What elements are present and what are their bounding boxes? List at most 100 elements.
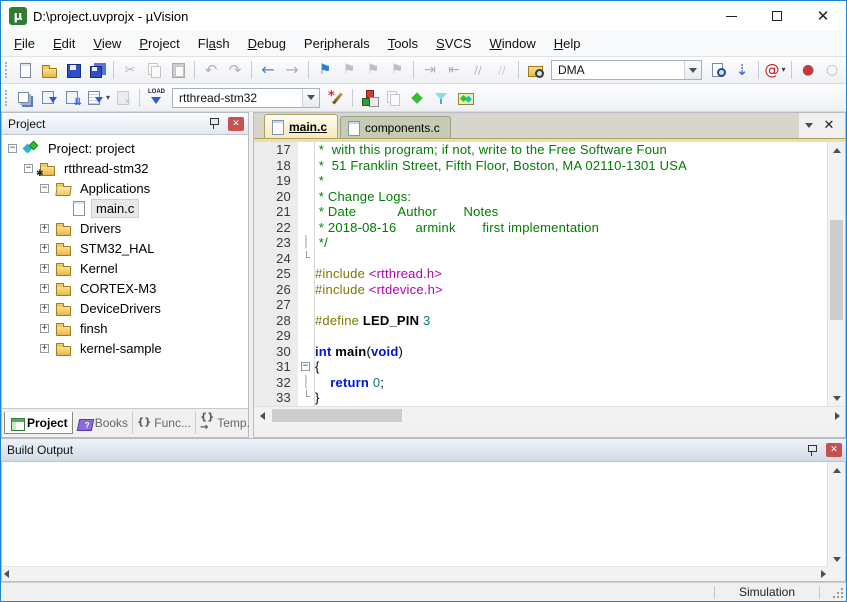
scroll-left-icon[interactable] [254,407,270,424]
pin-icon[interactable] [209,117,220,130]
manage-rte-icon[interactable]: ◆ [406,87,428,109]
expand-icon[interactable]: + [40,304,49,313]
copy-icon[interactable] [143,59,165,81]
clear-bookmarks-icon[interactable]: ⚑ [386,59,408,81]
collapse-icon[interactable]: − [8,144,17,153]
scroll-right-icon[interactable] [821,565,826,583]
search-combo[interactable]: DMA [551,60,702,80]
scroll-up-icon[interactable] [828,142,845,158]
minimize-button[interactable] [708,1,754,31]
new-file-icon[interactable] [14,59,36,81]
save-all-icon[interactable] [86,59,108,81]
expand-icon[interactable]: + [40,324,49,333]
close-button[interactable]: ✕ [800,1,846,31]
tree-item-devicedrivers[interactable]: +DeviceDrivers [2,298,248,318]
menu-help[interactable]: Help [545,32,590,55]
tree-item-project-project[interactable]: −Project: project [2,138,248,158]
scrollbar-thumb[interactable] [830,220,843,320]
tab-components-c[interactable]: components.c [340,116,451,138]
pack-installer-icon[interactable] [454,87,476,109]
expand-icon[interactable]: + [40,264,49,273]
toggle-bookmark-icon[interactable]: ⚑ [314,59,336,81]
collapse-icon[interactable]: − [40,184,49,193]
tree-item-stm32-hal[interactable]: +STM32_HAL [2,238,248,258]
rebuild-icon[interactable] [62,87,84,109]
configure-flash-icon[interactable] [430,87,452,109]
menu-svcs[interactable]: SVCS [427,32,480,55]
menu-debug[interactable]: Debug [239,32,295,55]
menu-project[interactable]: Project [130,32,188,55]
expand-icon[interactable]: + [40,284,49,293]
resize-grip[interactable] [830,587,844,601]
tree-item-kernel[interactable]: +Kernel [2,258,248,278]
batch-build-icon[interactable]: ▾ [86,87,110,109]
menu-window[interactable]: Window [480,32,544,55]
tab-list-dropdown[interactable] [799,123,819,128]
insert-breakpoint-icon[interactable]: ● [797,59,819,81]
undo-icon[interactable]: ↶ [200,59,222,81]
incremental-find-icon[interactable]: ⇣ [731,59,753,81]
tab-main-c[interactable]: main.c [264,114,338,138]
target-select-dropdown[interactable] [302,89,319,107]
panel-tab-books[interactable]: Books [73,412,133,434]
target-options-icon[interactable] [325,87,347,109]
redo-icon[interactable]: ↷ [224,59,246,81]
pin-icon[interactable] [807,444,818,457]
tree-item-kernel-sample[interactable]: +kernel-sample [2,338,248,358]
tree-item-drivers[interactable]: +Drivers [2,218,248,238]
translate-icon[interactable] [14,87,36,109]
build-output-close-button[interactable]: ✕ [826,443,842,457]
configure-search-icon[interactable]: @▾ [764,59,786,81]
menu-edit[interactable]: Edit [44,32,84,55]
open-file-icon[interactable] [38,59,60,81]
search-combo-dropdown[interactable] [684,61,701,79]
scroll-up-icon[interactable] [828,462,845,478]
build-output-vertical-scrollbar[interactable] [827,462,845,581]
toolbar-grip[interactable] [5,90,9,106]
expand-icon[interactable]: + [40,224,49,233]
outdent-icon[interactable]: ⇤ [443,59,465,81]
navigate-back-icon[interactable]: ← [257,59,279,81]
manage-project-items-icon[interactable] [358,87,380,109]
find-in-files-icon[interactable] [524,59,546,81]
paste-icon[interactable] [167,59,189,81]
build-icon[interactable] [38,87,60,109]
download-icon[interactable] [145,87,167,109]
panel-tab-project[interactable]: Project [4,412,73,434]
expand-icon[interactable]: + [40,244,49,253]
tree-item-rtthread-stm32[interactable]: −✱rtthread-stm32 [2,158,248,178]
tree-item-finsh[interactable]: +finsh [2,318,248,338]
collapse-icon[interactable]: − [24,164,33,173]
maximize-button[interactable] [754,1,800,31]
target-select[interactable]: rtthread-stm32 [172,88,320,108]
save-icon[interactable] [62,59,84,81]
tree-item-main-c[interactable]: main.c [2,198,248,218]
fold-collapse-icon[interactable]: − [301,362,310,371]
build-output-horizontal-scrollbar[interactable] [2,566,828,581]
comment-icon[interactable]: // [467,59,489,81]
stop-build-icon[interactable] [112,87,134,109]
scroll-right-icon[interactable] [829,407,845,424]
disable-breakpoint-icon[interactable]: ○ [821,59,843,81]
prev-bookmark-icon[interactable]: ⚑ [338,59,360,81]
scroll-left-icon[interactable] [4,565,9,583]
menu-file[interactable]: File [5,32,44,55]
editor-vertical-scrollbar[interactable] [827,142,845,406]
scroll-down-icon[interactable] [828,390,845,406]
indent-icon[interactable]: ⇥ [419,59,441,81]
manage-books-icon[interactable] [382,87,404,109]
code-view[interactable]: 17 * with this program; if not, write to… [254,142,827,406]
menu-view[interactable]: View [84,32,130,55]
next-bookmark-icon[interactable]: ⚑ [362,59,384,81]
build-output-content[interactable] [2,462,827,581]
editor-horizontal-scrollbar[interactable] [254,406,845,424]
menu-peripherals[interactable]: Peripherals [295,32,379,55]
panel-tab-func[interactable]: {}Func... [133,412,196,434]
find-icon[interactable] [707,59,729,81]
navigate-forward-icon[interactable]: → [281,59,303,81]
project-panel-close-button[interactable]: ✕ [228,117,244,131]
tree-item-cortex-m3[interactable]: +CORTEX-M3 [2,278,248,298]
tree-item-applications[interactable]: −Applications [2,178,248,198]
menu-tools[interactable]: Tools [379,32,427,55]
cut-icon[interactable]: ✂ [119,59,141,81]
